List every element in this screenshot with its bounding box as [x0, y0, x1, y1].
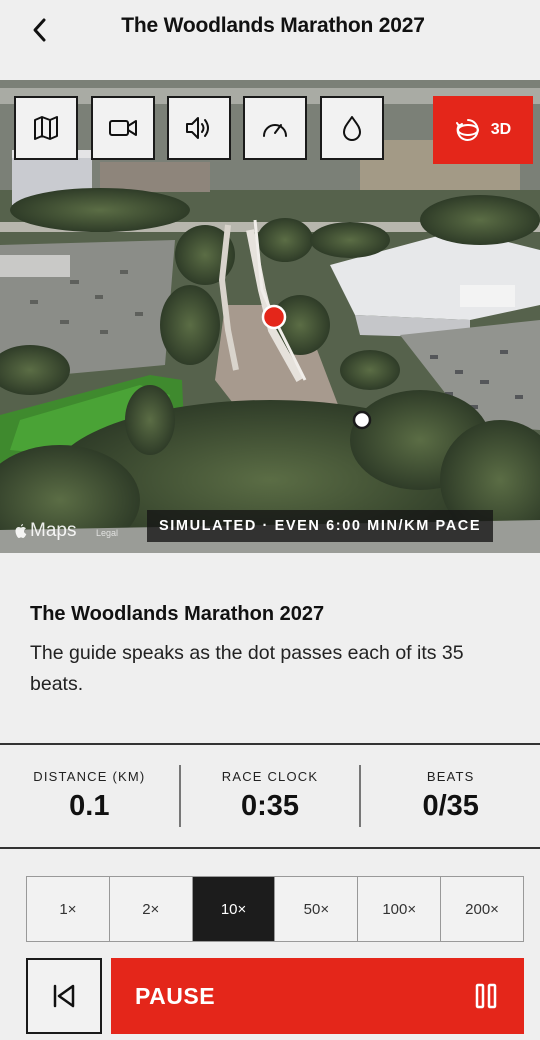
pace-button[interactable]	[243, 96, 307, 160]
speed-option-50x[interactable]: 50×	[275, 877, 359, 941]
restart-button[interactable]	[26, 958, 102, 1034]
simulation-badge: SIMULATED · EVEN 6:00 MIN/KM PACE	[147, 510, 494, 542]
maps-attribution: Maps	[14, 520, 76, 542]
view-mode-label: 3D	[490, 121, 512, 138]
description-section: The Woodlands Marathon 2027 The guide sp…	[30, 603, 520, 700]
pause-label: PAUSE	[135, 982, 216, 1009]
pause-icon	[475, 983, 497, 1009]
apple-logo-icon	[15, 524, 27, 538]
skip-to-start-icon	[53, 984, 75, 1008]
playback-speed-selector: 1× 2× 10× 50× 100× 200×	[26, 876, 524, 942]
stat-distance: DISTANCE (KM) 0.1	[0, 769, 179, 823]
map-view[interactable]: 3D Maps Legal SIMULATED · EVEN 6:00 MIN/…	[0, 80, 540, 553]
stat-beats: BEATS 0/35	[361, 769, 540, 823]
rotate-3d-icon	[455, 119, 479, 141]
race-description: The guide speaks as the dot passes each …	[30, 642, 464, 695]
water-drop-icon	[343, 116, 361, 141]
stat-value: 0:35	[240, 790, 300, 822]
legal-link[interactable]: Legal	[96, 528, 118, 538]
speed-option-2x[interactable]: 2×	[109, 877, 193, 941]
maps-brand-label: Maps	[30, 520, 77, 541]
map-icon	[34, 116, 58, 140]
stats-bar: DISTANCE (KM) 0.1 RACE CLOCK 0:35 BEATS …	[0, 743, 540, 849]
hydration-button[interactable]	[320, 96, 384, 160]
speed-option-10x[interactable]: 10×	[192, 877, 276, 941]
pause-button[interactable]: PAUSE	[111, 958, 524, 1034]
stat-label: DISTANCE (KM)	[33, 769, 146, 784]
stat-label: RACE CLOCK	[221, 769, 319, 784]
speed-option-200x[interactable]: 200×	[441, 877, 523, 941]
view-mode-3d-button[interactable]: 3D	[433, 96, 533, 164]
header: The Woodlands Marathon 2027	[0, 0, 540, 80]
camera-button[interactable]	[91, 96, 155, 160]
race-title: The Woodlands Marathon 2027	[30, 603, 325, 625]
stat-race-clock: RACE CLOCK 0:35	[181, 769, 360, 823]
map-view-button[interactable]	[14, 96, 78, 160]
stat-value: 0.1	[69, 790, 110, 822]
video-camera-icon	[109, 120, 137, 136]
stat-value: 0/35	[422, 790, 479, 822]
stat-label: BEATS	[426, 769, 475, 784]
audio-button[interactable]	[167, 96, 231, 160]
speedometer-icon	[263, 124, 287, 137]
speaker-icon	[186, 117, 209, 139]
speed-option-1x[interactable]: 1×	[27, 877, 110, 941]
speed-option-100x[interactable]: 100×	[358, 877, 442, 941]
page-title: The Woodlands Marathon 2027	[121, 14, 425, 37]
